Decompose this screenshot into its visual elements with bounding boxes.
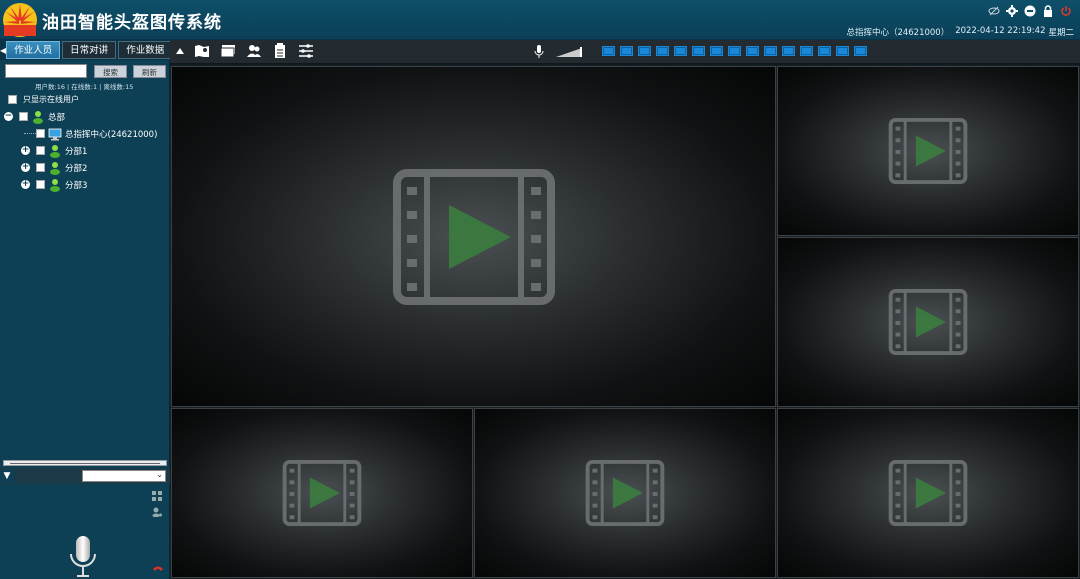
layout-option-button[interactable] <box>710 46 723 56</box>
user-info: 总指挥中心（24621000） <box>846 28 950 38</box>
app-header: 油田智能头盔图传系统 总指挥中心（24621000） 2022-04-12 22… <box>0 0 1080 40</box>
tree-label: 总部 <box>48 112 66 123</box>
eye-off-icon[interactable] <box>988 5 1000 17</box>
layout-option-button[interactable] <box>854 46 867 56</box>
tree-node-root[interactable]: − 总部 <box>4 108 169 125</box>
tab-intercom[interactable]: 日常对讲 <box>62 41 117 59</box>
online-only-label: 只显示在线用户 <box>23 95 79 104</box>
video-grid <box>170 65 1080 579</box>
search-button[interactable]: 搜索 <box>94 64 127 78</box>
online-only-checkbox[interactable] <box>8 95 17 104</box>
video-play-icon[interactable] <box>585 460 665 526</box>
tree-node-branch1[interactable]: + 分部1 <box>4 142 169 159</box>
tree-label: 分部2 <box>65 163 88 174</box>
video-play-icon[interactable] <box>888 118 968 184</box>
settings-sliders-icon[interactable] <box>298 43 314 59</box>
layout-4-button[interactable] <box>620 46 633 56</box>
sidebar-tabs: ◀ 作业人员 日常对讲 作业数据 <box>0 40 173 60</box>
sidebar: ◀ 作业人员 日常对讲 作业数据 搜索 刷新 用户数:16 | 在线数:1 | … <box>0 40 173 579</box>
tree-checkbox[interactable] <box>19 112 28 121</box>
channel-select[interactable]: ⌄ <box>82 470 166 482</box>
microphone-icon[interactable] <box>68 534 98 579</box>
lock-icon[interactable] <box>1042 5 1054 17</box>
tree-checkbox[interactable] <box>36 146 45 155</box>
logo-icon <box>3 3 37 37</box>
map-icon[interactable] <box>194 43 210 59</box>
user-settings-icon[interactable] <box>152 507 162 517</box>
video-cell-3[interactable] <box>777 237 1079 407</box>
layout-selector <box>602 46 867 56</box>
refresh-button[interactable]: 刷新 <box>133 64 166 78</box>
user-tree: − 总部 总指挥中心(24621000) + 分部1 + 分部2 + 分部3 <box>4 108 169 193</box>
layout-1-button[interactable] <box>602 46 615 56</box>
tree-label: 分部1 <box>65 146 88 157</box>
video-play-icon[interactable] <box>888 460 968 526</box>
group-person-icon <box>50 144 60 158</box>
gear-icon[interactable] <box>1006 5 1018 17</box>
tab-workers[interactable]: 作业人员 <box>6 41 61 59</box>
video-cell-5[interactable] <box>474 408 776 578</box>
tree-checkbox[interactable] <box>36 180 45 189</box>
weekday: 星期二 <box>1048 28 1074 38</box>
layout-9-button[interactable] <box>638 46 651 56</box>
video-cell-main[interactable] <box>171 66 776 407</box>
expand-icon[interactable]: + <box>21 180 30 189</box>
video-cell-2[interactable] <box>777 66 1079 236</box>
document-icon[interactable] <box>272 43 288 59</box>
lower-panel-bar: ▼ ⌄ <box>0 468 170 484</box>
layout-option-button[interactable] <box>818 46 831 56</box>
tree-checkbox[interactable] <box>36 129 45 138</box>
layout-option-button[interactable] <box>800 46 813 56</box>
video-play-icon[interactable] <box>282 460 362 526</box>
tree-node-branch3[interactable]: + 分部3 <box>4 176 169 193</box>
minus-circle-icon[interactable] <box>1024 5 1036 17</box>
layout-option-button[interactable] <box>692 46 705 56</box>
group-person-icon <box>50 178 60 192</box>
tree-node-center[interactable]: 总指挥中心(24621000) <box>4 125 169 142</box>
search-input[interactable] <box>5 64 87 78</box>
datetime: 2022-04-12 22:19:42 <box>955 26 1046 36</box>
monitor-icon <box>48 128 62 140</box>
microphone-icon[interactable] <box>534 44 544 60</box>
tree-label: 总指挥中心(24621000) <box>65 129 158 140</box>
tab-work-data[interactable]: 作业数据 <box>118 41 173 59</box>
layout-option-button[interactable] <box>782 46 795 56</box>
layout-option-button[interactable] <box>728 46 741 56</box>
video-cell-4[interactable] <box>171 408 473 578</box>
layout-option-button[interactable] <box>764 46 777 56</box>
layout-option-button[interactable] <box>656 46 669 56</box>
users-icon[interactable] <box>246 43 262 59</box>
power-icon[interactable] <box>1060 5 1072 17</box>
video-play-icon[interactable] <box>392 168 555 305</box>
video-play-icon[interactable] <box>888 289 968 355</box>
tree-node-branch2[interactable]: + 分部2 <box>4 159 169 176</box>
panel-splitter[interactable] <box>3 460 167 466</box>
collapse-arrow-icon[interactable] <box>176 43 184 59</box>
user-counts: 用户数:16 | 在线数:1 | 离线数:15 <box>35 83 134 91</box>
expand-icon[interactable]: + <box>21 163 30 172</box>
hangup-icon[interactable] <box>152 564 164 572</box>
volume-icon[interactable] <box>554 44 584 60</box>
layout-option-button[interactable] <box>674 46 687 56</box>
tree-checkbox[interactable] <box>36 163 45 172</box>
grid-icon[interactable] <box>152 491 162 501</box>
tree-label: 分部3 <box>65 180 88 191</box>
group-person-icon <box>50 161 60 175</box>
folder-icon[interactable] <box>220 43 236 59</box>
collapse-icon[interactable]: − <box>4 112 13 121</box>
expand-icon[interactable]: + <box>21 146 30 155</box>
toolbar <box>170 40 1080 64</box>
layout-option-button[interactable] <box>836 46 849 56</box>
app-title: 油田智能头盔图传系统 <box>42 13 222 33</box>
collapse-down-icon[interactable]: ▼ <box>0 469 14 483</box>
video-cell-6[interactable] <box>777 408 1079 578</box>
group-person-icon <box>33 110 43 124</box>
layout-option-button[interactable] <box>746 46 759 56</box>
